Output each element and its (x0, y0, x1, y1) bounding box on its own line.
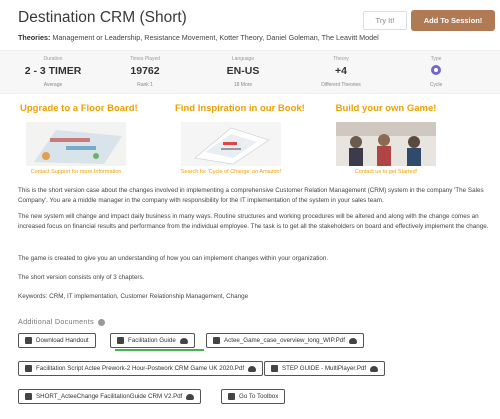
description-paragraph: This is the short version case about the… (18, 187, 484, 204)
stat-sub: Rank 1 (137, 82, 153, 88)
page-title: Destination CRM (Short) (18, 9, 187, 26)
promo-title: Upgrade to a Floor Board! (20, 103, 138, 114)
cycle-icon (431, 65, 441, 75)
cloud-icon (186, 393, 195, 400)
cloud-icon (370, 365, 379, 372)
stat-label: Type (430, 56, 442, 62)
stat-sub: Cycle (429, 82, 443, 88)
document-label: Download Handout (36, 337, 89, 344)
stat-sub: Different Theories (321, 82, 361, 88)
download-icon (25, 365, 32, 372)
toolbox-icon (228, 393, 235, 400)
document-label: STEP GUIDE - MultiPlayer.Pdf (282, 365, 367, 372)
promo-link[interactable]: Search for 'Cycle of Change' on Amazon! (175, 169, 287, 175)
stat-sub: 18 More (233, 82, 253, 88)
cloud-icon (179, 337, 188, 344)
document-label: Actee_Game_case_overview_long_WIP.Pdf (224, 337, 345, 344)
try-it-button[interactable]: Try It! (363, 11, 407, 30)
stat-label: Duration (43, 56, 63, 62)
add-to-session-button[interactable]: Add To Session! (411, 10, 495, 31)
facilitation-guide-button[interactable]: Facilitation Guide (110, 333, 195, 348)
stat-label: Theory (333, 56, 349, 62)
stat-value: 2 - 3 TIMER (24, 65, 82, 77)
active-underline (115, 349, 204, 351)
promo-build-game[interactable]: Build your own Game! Contact us to get S… (330, 103, 442, 175)
description-paragraph: The short version consists only of 3 cha… (18, 274, 145, 281)
document-button[interactable]: Actee_Game_case_overview_long_WIP.Pdf (206, 333, 364, 348)
description-paragraph: The game is created to give you an under… (18, 255, 329, 262)
document-label: Go To Toolbox (239, 393, 279, 400)
download-icon (25, 393, 32, 400)
document-button[interactable]: SHORT_ActeeChange FacilitationGuide CRM … (18, 389, 202, 404)
promo-title: Build your own Game! (335, 103, 437, 114)
stat-value: EN-US (226, 65, 260, 77)
floor-board-image (26, 122, 126, 166)
document-button[interactable]: STEP GUIDE - MultiPlayer.Pdf (264, 361, 386, 376)
book-image (181, 122, 281, 166)
stat-value: +4 (335, 65, 347, 77)
document-label: Facilitation Script Actee Prework-2 Hour… (36, 365, 245, 372)
cloud-icon (248, 365, 257, 372)
document-button[interactable]: Facilitation Script Actee Prework-2 Hour… (18, 361, 264, 376)
theories-label: Theories: (18, 33, 51, 42)
document-label: Facilitation Guide (128, 337, 176, 344)
go-to-toolbox-button[interactable]: Go To Toolbox (221, 389, 286, 404)
additional-documents-label: Additional Documents (18, 317, 94, 326)
document-label: SHORT_ActeeChange FacilitationGuide CRM … (36, 393, 183, 400)
description-paragraph: The new system will change and impact da… (18, 213, 489, 230)
stats-bar: Duration 2 - 3 TIMER Average Times Playe… (0, 50, 500, 94)
download-icon (271, 365, 278, 372)
promo-link[interactable]: Contact Support for more Information (20, 169, 132, 175)
stat-value: 19762 (130, 65, 160, 77)
stat-sub: Average (43, 82, 63, 88)
stat-label: Times Played (129, 56, 161, 62)
cloud-icon (348, 337, 357, 344)
promo-link[interactable]: Contact us to get Started! (330, 169, 442, 175)
download-icon (213, 337, 220, 344)
stat-label: Language (231, 56, 255, 62)
download-handout-button[interactable]: Download Handout (18, 333, 96, 348)
theories-value: Management or Leadership, Resistance Mov… (52, 33, 379, 42)
promo-title: Find Inspiration in our Book! (175, 103, 305, 114)
build-game-image (336, 122, 436, 166)
promo-book[interactable]: Find Inspiration in our Book! Search for… (175, 103, 305, 175)
keywords-line: Keywords: CRM, IT implementation, Custom… (18, 293, 249, 300)
promo-floor-board[interactable]: Upgrade to a Floor Board! Contact Suppor… (20, 103, 138, 175)
download-icon (25, 337, 32, 344)
theories-line: Theories: Management or Leadership, Resi… (18, 33, 379, 42)
additional-documents-heading: Additional Documents (18, 317, 106, 326)
info-icon[interactable] (98, 318, 106, 326)
download-icon (117, 337, 124, 344)
